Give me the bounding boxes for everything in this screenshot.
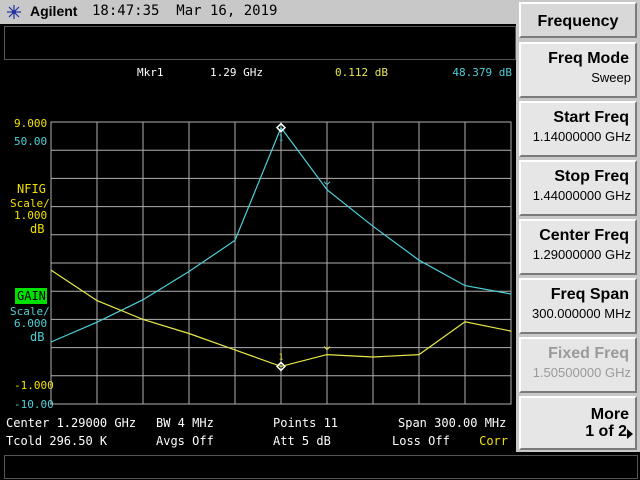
trace-point: [188, 270, 190, 273]
title-bar: Agilent 18:47:35 Mar 16, 2019: [0, 0, 516, 24]
stop-freq-softkey[interactable]: Stop Freq 1.44000000 GHz: [519, 160, 637, 216]
bandwidth-annotation: BW 4 MHz: [156, 416, 214, 430]
center-freq-annotation: Center 1.29000 GHz: [6, 416, 136, 430]
trace-point: [50, 269, 52, 271]
more-softkey[interactable]: More 1 of 2: [519, 396, 637, 450]
marker-1-number: 1: [279, 134, 284, 143]
menu-title: Frequency: [519, 2, 637, 38]
attenuation-annotation: Att 5 dB: [273, 434, 331, 448]
date-time: 18:47:35 Mar 16, 2019: [92, 3, 278, 19]
nf-top-ref: 9.000: [14, 117, 47, 130]
center-freq-softkey[interactable]: Center Freq 1.29000000 GHz: [519, 219, 637, 275]
nf-bottom-ref: -1.000: [14, 379, 54, 392]
marker-label: Mkr1: [137, 66, 164, 79]
span-annotation: Span 300.00 MHz: [398, 416, 506, 430]
nf-scale-value: 1.000: [14, 209, 47, 222]
softkey-panel: Frequency Freq Mode Sweep Start Freq 1.1…: [516, 0, 640, 452]
softkey-value: 1 of 2: [585, 423, 627, 440]
gain-bottom-ref: -10.00: [14, 398, 54, 411]
softkey-label: More: [590, 406, 629, 423]
trace-point: [464, 321, 466, 323]
softkey-value: 1.14000000 GHz: [532, 129, 631, 144]
trace-point: [234, 349, 236, 351]
trace-point: [372, 225, 374, 227]
trace-point: [326, 189, 328, 191]
trace-point: [142, 299, 144, 301]
submenu-arrow-icon: [627, 429, 633, 439]
menu-title-label: Frequency: [537, 13, 619, 30]
trace-point: [326, 354, 328, 356]
freq-mode-softkey[interactable]: Freq Mode Sweep: [519, 42, 637, 98]
brand-name: Agilent: [30, 3, 78, 19]
fixed-freq-softkey[interactable]: Fixed Freq 1.50500000 GHz: [519, 337, 637, 393]
correction-annotation: Corr: [479, 434, 508, 448]
tcold-annotation: Tcold 296.50 K: [6, 434, 108, 448]
measurement-screen: Mkr1 1.29 GHz 0.112 dB 48.379 dB 9.000 5…: [0, 60, 516, 452]
softkey-label: Fixed Freq: [548, 345, 629, 362]
marker-freq: 1.29 GHz: [210, 66, 263, 79]
gain-trace-name: GAIN: [17, 289, 46, 303]
trace-point: [510, 293, 512, 295]
trace-point: [418, 354, 420, 356]
nf-gain-plot: Mkr1 1.29 GHz 0.112 dB 48.379 dB 9.000 5…: [6, 66, 512, 448]
softkey-value: 1.29000000 GHz: [532, 247, 631, 262]
marker-nf-value: 0.112 dB: [335, 66, 388, 79]
trace-point: [96, 321, 98, 323]
status-line: [4, 455, 638, 479]
nf-trace-name: NFIG: [17, 182, 46, 196]
trace-point: [96, 300, 98, 302]
softkey-label: Freq Span: [550, 286, 629, 303]
softkey-label: Stop Freq: [554, 168, 629, 185]
trace-point: [464, 284, 466, 287]
nf-unit: dB: [30, 222, 44, 236]
message-area: [4, 26, 516, 60]
gain-top-ref: 50.00: [14, 135, 47, 148]
averages-annotation: Avgs Off: [156, 434, 214, 448]
trace-point: [280, 365, 282, 367]
gain-scale-value: 6.000: [14, 317, 47, 330]
gain-unit: dB: [30, 330, 44, 344]
trace-point: [280, 127, 282, 129]
trace-point: [234, 239, 236, 242]
points-annotation: Points 11: [273, 416, 338, 430]
marker-1-number: 1: [279, 352, 284, 361]
agilent-spark-icon: [7, 5, 21, 19]
trace-point: [510, 330, 512, 332]
softkey-label: Freq Mode: [548, 50, 629, 67]
start-freq-softkey[interactable]: Start Freq 1.14000000 GHz: [519, 101, 637, 157]
marker-gain-value: 48.379 dB: [452, 66, 512, 79]
trace-point: [372, 356, 374, 358]
softkey-label: Center Freq: [539, 227, 629, 244]
softkey-value: 1.50500000 GHz: [532, 365, 631, 380]
trace-point: [142, 318, 144, 320]
trace-point: [418, 259, 420, 261]
softkey-label: Start Freq: [553, 109, 629, 126]
softkey-value: 300.000000 MHz: [531, 306, 631, 321]
softkey-value: 1.44000000 GHz: [532, 188, 631, 203]
softkey-value: Sweep: [591, 70, 631, 85]
trace-point: [188, 332, 190, 335]
loss-annotation: Loss Off: [392, 434, 450, 448]
trace-point: [50, 341, 52, 343]
freq-span-softkey[interactable]: Freq Span 300.000000 MHz: [519, 278, 637, 334]
